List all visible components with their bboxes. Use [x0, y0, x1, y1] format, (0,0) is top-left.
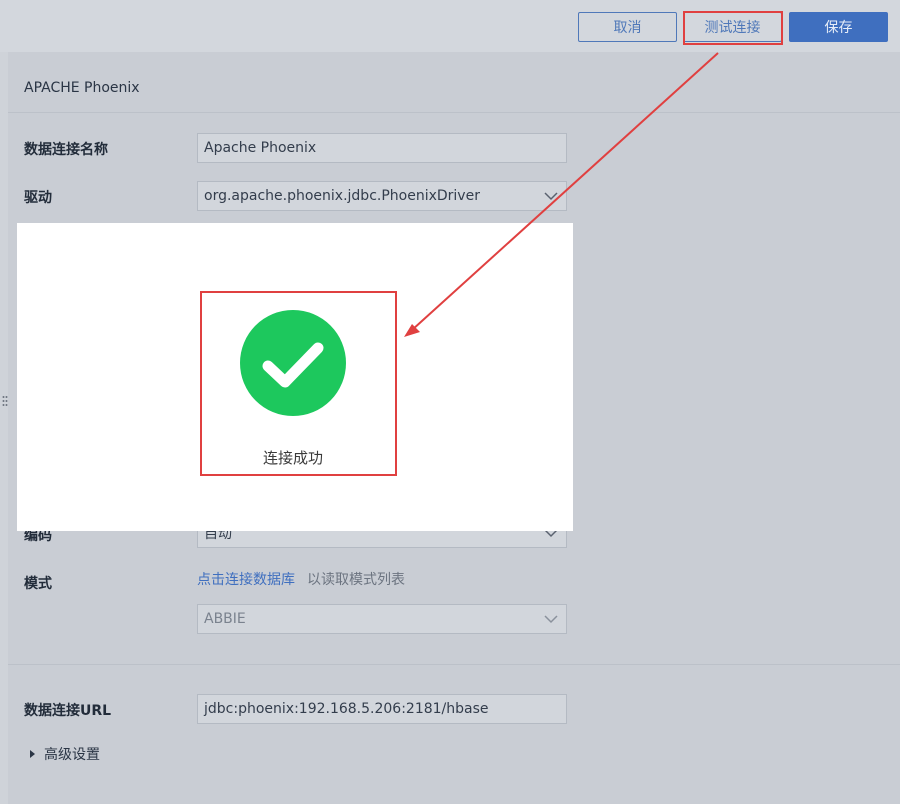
driver-label: 驱动	[24, 190, 52, 206]
connection-name-input[interactable]: Apache Phoenix	[197, 133, 567, 163]
cancel-button[interactable]: 取消	[578, 12, 677, 42]
chevron-down-icon	[544, 192, 558, 201]
drag-handle-icon[interactable]	[2, 395, 8, 409]
annotation-box-success	[200, 291, 397, 476]
driver-select[interactable]: org.apache.phoenix.jdbc.PhoenixDriver	[197, 181, 567, 211]
save-button[interactable]: 保存	[789, 12, 888, 42]
advanced-settings-toggle[interactable]: 高级设置	[30, 744, 100, 764]
schema-value: ABBIE	[204, 611, 246, 627]
chevron-down-icon	[544, 615, 558, 624]
schema-label: 模式	[24, 576, 52, 592]
schema-select[interactable]: ABBIE	[197, 604, 567, 634]
url-label: 数据连接URL	[24, 703, 112, 719]
page-title: APACHE Phoenix	[24, 80, 140, 96]
connection-name-label: 数据连接名称	[24, 142, 108, 158]
annotation-box-test-button	[683, 11, 783, 45]
schema-hint: 以读取模式列表	[307, 572, 405, 588]
divider	[8, 664, 900, 665]
advanced-settings-label: 高级设置	[44, 747, 100, 763]
driver-value: org.apache.phoenix.jdbc.PhoenixDriver	[204, 188, 480, 204]
caret-right-icon	[30, 750, 35, 758]
url-input[interactable]: jdbc:phoenix:192.168.5.206:2181/hbase	[197, 694, 567, 724]
divider	[8, 112, 900, 113]
connect-database-link[interactable]: 点击连接数据库	[197, 569, 295, 589]
